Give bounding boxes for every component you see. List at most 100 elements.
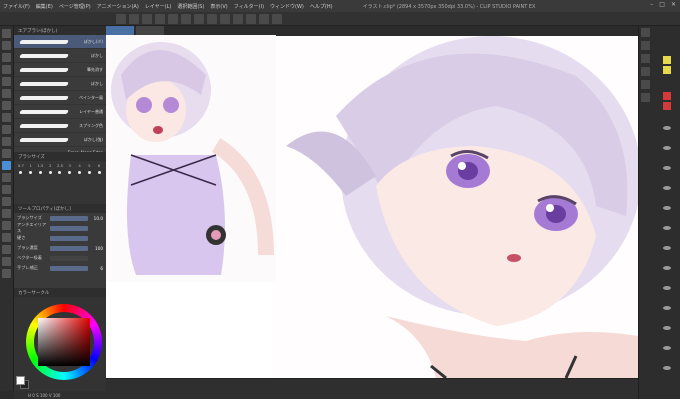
minimize-icon[interactable]: –	[650, 1, 653, 8]
menu-file[interactable]: ファイル(F)	[0, 3, 33, 10]
canvas-tab-active[interactable]	[106, 26, 134, 35]
move-layer-tool-icon[interactable]	[2, 65, 11, 74]
eyedropper-tool-icon[interactable]	[2, 101, 11, 110]
eye-icon[interactable]	[663, 146, 671, 150]
brush-item[interactable]: ぼかし	[14, 49, 106, 63]
fill-tool-icon[interactable]	[2, 185, 11, 194]
eye-icon[interactable]	[663, 206, 671, 210]
saturation-value-square[interactable]	[38, 318, 90, 366]
property-row[interactable]: アンチエイリアス	[14, 222, 106, 233]
brush-size-dot[interactable]	[48, 171, 52, 174]
brush-item[interactable]: ペインター風	[14, 91, 106, 105]
brush-tool-icon[interactable]	[2, 137, 11, 146]
text-tool-icon[interactable]	[2, 245, 11, 254]
brush-item[interactable]: ぼかし	[14, 77, 106, 91]
correct-line-tool-icon[interactable]	[2, 269, 11, 278]
layer-folder-icon[interactable]	[641, 41, 650, 50]
brush-size-dot[interactable]	[58, 171, 62, 174]
layer-color-chip[interactable]	[663, 102, 671, 110]
brush-size-dot[interactable]	[38, 171, 42, 174]
brush-size-dot[interactable]	[68, 171, 72, 174]
copy-layer-icon[interactable]	[641, 54, 650, 63]
property-slider[interactable]	[50, 215, 88, 221]
eye-icon[interactable]	[663, 286, 671, 290]
brush-size-value[interactable]: 3	[65, 163, 75, 168]
brush-item[interactable]: ぼかし(強)	[14, 133, 106, 147]
brush-item[interactable]: 筆先消す	[14, 63, 106, 77]
eye-icon[interactable]	[663, 186, 671, 190]
brush-size-value[interactable]: 1.5	[36, 163, 46, 168]
airbrush-tool-icon[interactable]	[2, 149, 11, 158]
main-color-swatch[interactable]	[16, 376, 25, 385]
property-slider[interactable]	[50, 225, 88, 231]
brush-size-dot[interactable]	[19, 171, 23, 174]
brush-size-tab[interactable]: ブラシサイズ	[14, 152, 106, 161]
eye-icon[interactable]	[663, 366, 671, 370]
property-row[interactable]: 硬さ	[14, 233, 106, 243]
menu-selection[interactable]: 選択範囲(S)	[174, 3, 207, 10]
eraser-tool-icon[interactable]	[2, 173, 11, 182]
menu-edit[interactable]: 編集(E)	[33, 3, 56, 10]
eye-icon[interactable]	[663, 326, 671, 330]
move-tool-icon[interactable]	[2, 41, 11, 50]
figure-tool-icon[interactable]	[2, 209, 11, 218]
ruler-tool-icon[interactable]	[2, 233, 11, 242]
new-file-icon[interactable]	[116, 13, 126, 24]
property-slider[interactable]	[50, 245, 88, 251]
brush-size-dot[interactable]	[97, 171, 101, 174]
brush-item[interactable]: レイヤー普通	[14, 105, 106, 119]
deselect-icon[interactable]	[220, 13, 230, 24]
menu-page[interactable]: ページ管理(P)	[56, 3, 94, 10]
close-icon[interactable]: ✕	[671, 1, 676, 8]
brush-size-value[interactable]: 2.5	[55, 163, 65, 168]
pen-tool-icon[interactable]	[2, 113, 11, 122]
brush-size-value[interactable]: 4	[75, 163, 85, 168]
selection-tool-icon[interactable]	[2, 77, 11, 86]
merge-layer-icon[interactable]	[641, 67, 650, 76]
eye-icon[interactable]	[663, 306, 671, 310]
delete-layer-icon[interactable]	[641, 93, 650, 102]
menu-window[interactable]: ウィンドウ(W)	[267, 3, 307, 10]
property-row[interactable]: 手ブレ補正 6	[14, 263, 106, 273]
eye-icon[interactable]	[663, 346, 671, 350]
menu-layer[interactable]: レイヤー(L)	[142, 3, 175, 10]
operation-tool-icon[interactable]	[2, 53, 11, 62]
balloon-tool-icon[interactable]	[2, 257, 11, 266]
auto-select-tool-icon[interactable]	[2, 89, 11, 98]
redo-icon[interactable]	[168, 13, 178, 24]
new-layer-icon[interactable]	[641, 28, 650, 37]
property-slider[interactable]	[50, 265, 88, 271]
property-row[interactable]: ベクター吸着	[14, 253, 106, 263]
zoom-tool-icon[interactable]	[2, 29, 11, 38]
property-slider[interactable]	[50, 235, 88, 241]
layer-color-chip[interactable]	[663, 92, 671, 100]
brush-size-value[interactable]: 2	[45, 163, 55, 168]
pencil-tool-icon[interactable]	[2, 125, 11, 134]
eye-icon[interactable]	[663, 126, 671, 130]
color-circle-tab[interactable]: カラーサークル	[14, 288, 106, 297]
layer-color-chip[interactable]	[663, 66, 671, 74]
menu-animation[interactable]: アニメーション(A)	[94, 3, 142, 10]
sub-tool-tab[interactable]: エアブラシ(ぼかし)	[14, 26, 106, 35]
property-row[interactable]: ブラシ濃度 100	[14, 243, 106, 253]
snap-ruler-icon[interactable]	[246, 13, 256, 24]
menu-help[interactable]: ヘルプ(H)	[307, 3, 336, 10]
eye-icon[interactable]	[663, 246, 671, 250]
brush-size-value[interactable]: 6	[94, 163, 104, 168]
eye-icon[interactable]	[663, 226, 671, 230]
snap-icon[interactable]	[233, 13, 243, 24]
save-icon[interactable]	[142, 13, 152, 24]
eye-icon[interactable]	[663, 266, 671, 270]
brush-size-value[interactable]: 1	[26, 163, 36, 168]
brush-size-dot[interactable]	[29, 171, 33, 174]
brush-item[interactable]: スプリング色	[14, 119, 106, 133]
frame-tool-icon[interactable]	[2, 221, 11, 230]
undo-icon[interactable]	[155, 13, 165, 24]
canvas-tab[interactable]	[136, 26, 164, 35]
brush-size-value[interactable]: 0.7	[16, 163, 26, 168]
brush-item[interactable]: ぼかし(少)	[14, 35, 106, 49]
tool-property-tab[interactable]: ツールプロパティ[ぼかし]	[14, 204, 106, 213]
symmetry-icon[interactable]	[272, 13, 282, 24]
clear-icon[interactable]	[181, 13, 191, 24]
menu-view[interactable]: 表示(V)	[207, 3, 230, 10]
